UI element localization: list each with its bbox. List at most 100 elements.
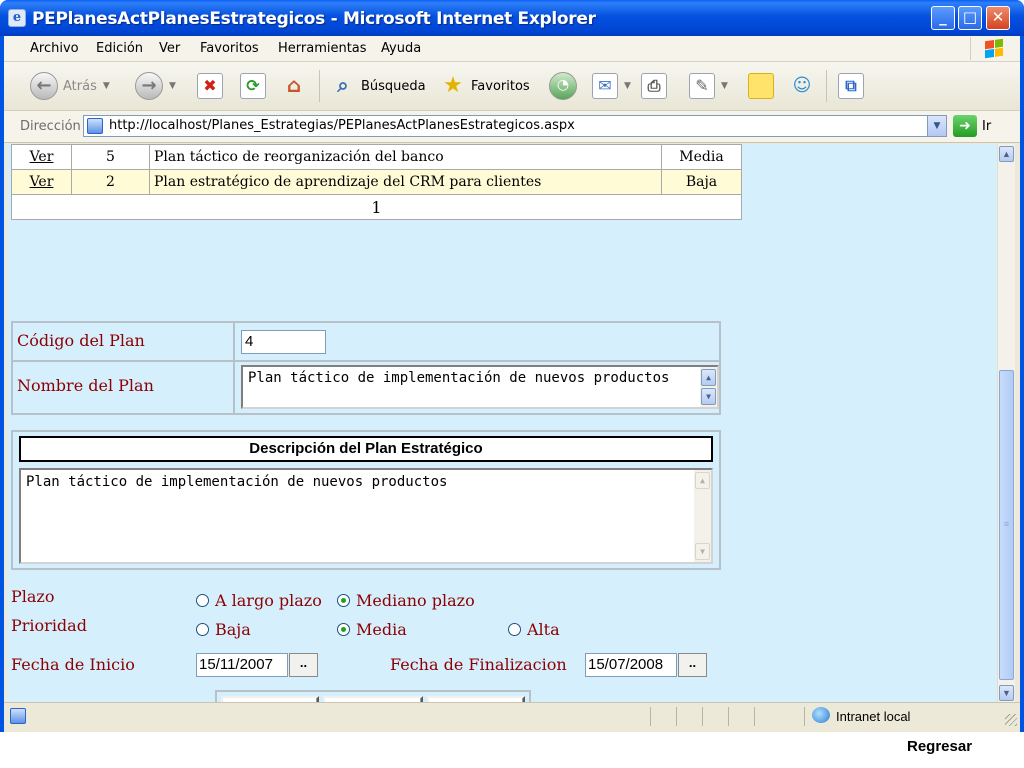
printer-icon: ⎙ xyxy=(641,73,667,99)
code-input[interactable]: 4 xyxy=(241,330,326,354)
page-icon xyxy=(87,118,103,134)
start-date-label: Fecha de Inicio xyxy=(11,655,135,674)
radio-baja[interactable] xyxy=(196,623,209,636)
end-date-picker-button[interactable]: .. xyxy=(678,653,707,677)
maximize-button[interactable]: □ xyxy=(958,6,982,30)
radio-media[interactable] xyxy=(337,623,350,636)
menu-ver[interactable]: Ver xyxy=(159,41,180,56)
description-textarea[interactable]: Plan táctico de implementación de nuevos… xyxy=(19,468,713,564)
divider xyxy=(804,707,805,726)
address-input[interactable]: http://localhost/Planes_Estrategias/PEPl… xyxy=(83,115,947,137)
scroll-up-icon[interactable]: ▲ xyxy=(695,472,710,489)
search-label: Búsqueda xyxy=(361,78,426,94)
forward-dropdown-icon[interactable]: ▼ xyxy=(169,81,176,91)
divider xyxy=(650,707,651,726)
edit-button[interactable]: ✎ ▼ xyxy=(689,70,728,102)
search-button[interactable]: ⌕ Búsqueda xyxy=(330,70,426,102)
back-arrow-icon: ← xyxy=(30,72,58,100)
name-textarea[interactable]: Plan táctico de implementación de nuevos… xyxy=(241,365,719,409)
history-button[interactable]: ◔ xyxy=(549,70,577,102)
media-label[interactable]: Media xyxy=(356,620,407,639)
name-scrollbar[interactable]: ▲ ▼ xyxy=(700,367,717,407)
resize-grip-icon[interactable] xyxy=(1005,714,1017,726)
table-row: Ver 2 Plan estratégico de aprendizaje de… xyxy=(11,169,742,195)
edit-dropdown-icon[interactable]: ▼ xyxy=(721,81,728,91)
page-content: Ver 5 Plan táctico de reorganización del… xyxy=(7,144,997,704)
mail-button[interactable]: ✉ ▼ xyxy=(592,70,631,102)
page-status-icon xyxy=(10,708,26,724)
pager-page-1[interactable]: 1 xyxy=(11,194,742,220)
print-button[interactable]: ⎙ xyxy=(641,70,667,102)
forward-arrow-icon: → xyxy=(135,72,163,100)
back-button[interactable]: ← Atrás ▼ xyxy=(30,70,110,102)
toolbar-separator xyxy=(826,70,827,102)
refresh-button[interactable]: ⟳ xyxy=(240,70,266,102)
discuss-button[interactable] xyxy=(748,70,774,102)
radio-alta[interactable] xyxy=(508,623,521,636)
address-url[interactable]: http://localhost/Planes_Estrategias/PEPl… xyxy=(109,118,575,133)
largo-plazo-label[interactable]: A largo plazo xyxy=(215,591,322,610)
ver-link[interactable]: Ver xyxy=(30,149,54,165)
scroll-up-icon[interactable]: ▲ xyxy=(999,146,1014,162)
go-label[interactable]: Ir xyxy=(982,119,991,134)
home-button[interactable]: ⌂ xyxy=(281,70,307,102)
search-icon: ⌕ xyxy=(337,73,349,97)
description-header: Descripción del Plan Estratégico xyxy=(19,436,713,462)
address-dropdown-icon[interactable]: ▼ xyxy=(927,116,946,136)
plazo-label: Plazo xyxy=(11,587,55,606)
go-arrow-icon[interactable]: ➜ xyxy=(953,115,977,137)
alta-label[interactable]: Alta xyxy=(527,620,560,639)
scroll-down-icon[interactable]: ▼ xyxy=(701,388,716,405)
menu-herramientas[interactable]: Herramientas xyxy=(278,41,367,56)
end-date-input[interactable]: 15/07/2008 xyxy=(585,653,677,677)
window-button[interactable]: ⧉ xyxy=(838,70,864,102)
favorites-label: Favoritos xyxy=(471,78,530,94)
edit-icon: ✎ xyxy=(689,73,715,99)
favorites-button[interactable]: ★ Favoritos xyxy=(440,70,530,102)
close-button[interactable]: ✕ xyxy=(986,6,1010,30)
page-scrollbar[interactable]: ▲ ≡ ▼ xyxy=(997,144,1015,704)
pager-row: 1 xyxy=(11,194,742,220)
plan-priority: Media xyxy=(661,144,742,170)
messenger-icon: ☺ xyxy=(792,75,812,96)
window-title: PEPlanesActPlanesEstrategicos - Microsof… xyxy=(32,9,596,29)
scroll-down-icon[interactable]: ▼ xyxy=(695,543,710,560)
history-icon: ◔ xyxy=(549,72,577,100)
back-dropdown-icon[interactable]: ▼ xyxy=(103,81,110,91)
name-label: Nombre del Plan xyxy=(17,376,154,395)
divider xyxy=(233,323,235,413)
ie-app-icon[interactable]: e xyxy=(8,9,26,27)
scrollbar-thumb[interactable]: ≡ xyxy=(999,370,1014,680)
radio-mediano-plazo[interactable] xyxy=(337,594,350,607)
home-icon: ⌂ xyxy=(286,73,302,97)
description-text: Plan táctico de implementación de nuevos… xyxy=(26,474,448,490)
menu-edicion[interactable]: Edición xyxy=(96,41,143,56)
minimize-button[interactable]: _ xyxy=(931,6,955,30)
baja-label[interactable]: Baja xyxy=(215,620,251,639)
code-label: Código del Plan xyxy=(17,331,145,350)
divider xyxy=(13,360,719,362)
plan-number: 2 xyxy=(71,169,150,195)
scroll-down-icon[interactable]: ▼ xyxy=(999,685,1014,701)
name-text: Plan táctico de implementación de nuevos… xyxy=(248,370,670,386)
messenger-button[interactable]: ☺ xyxy=(789,70,815,102)
forward-button[interactable]: → ▼ xyxy=(135,70,176,102)
regresar-link[interactable]: Regresar xyxy=(907,738,972,755)
menu-favoritos[interactable]: Favoritos xyxy=(200,41,259,56)
mail-dropdown-icon[interactable]: ▼ xyxy=(624,81,631,91)
browser-window: e PEPlanesActPlanesEstrategicos - Micros… xyxy=(0,0,1024,732)
mediano-plazo-label[interactable]: Mediano plazo xyxy=(356,591,475,610)
ver-link[interactable]: Ver xyxy=(30,174,54,190)
stop-button[interactable]: ✖ xyxy=(197,70,223,102)
scroll-up-icon[interactable]: ▲ xyxy=(701,369,716,386)
menu-ayuda[interactable]: Ayuda xyxy=(381,41,421,56)
start-date-picker-button[interactable]: .. xyxy=(289,653,318,677)
plans-grid: Ver 5 Plan táctico de reorganización del… xyxy=(11,144,742,220)
menu-archivo[interactable]: Archivo xyxy=(30,41,79,56)
toolbar-separator xyxy=(319,70,320,102)
description-scrollbar[interactable]: ▲ ▼ xyxy=(694,470,711,562)
radio-largo-plazo[interactable] xyxy=(196,594,209,607)
description-box: Descripción del Plan Estratégico Plan tá… xyxy=(11,430,721,570)
start-date-input[interactable]: 15/11/2007 xyxy=(196,653,288,677)
windows-logo xyxy=(970,37,1015,60)
